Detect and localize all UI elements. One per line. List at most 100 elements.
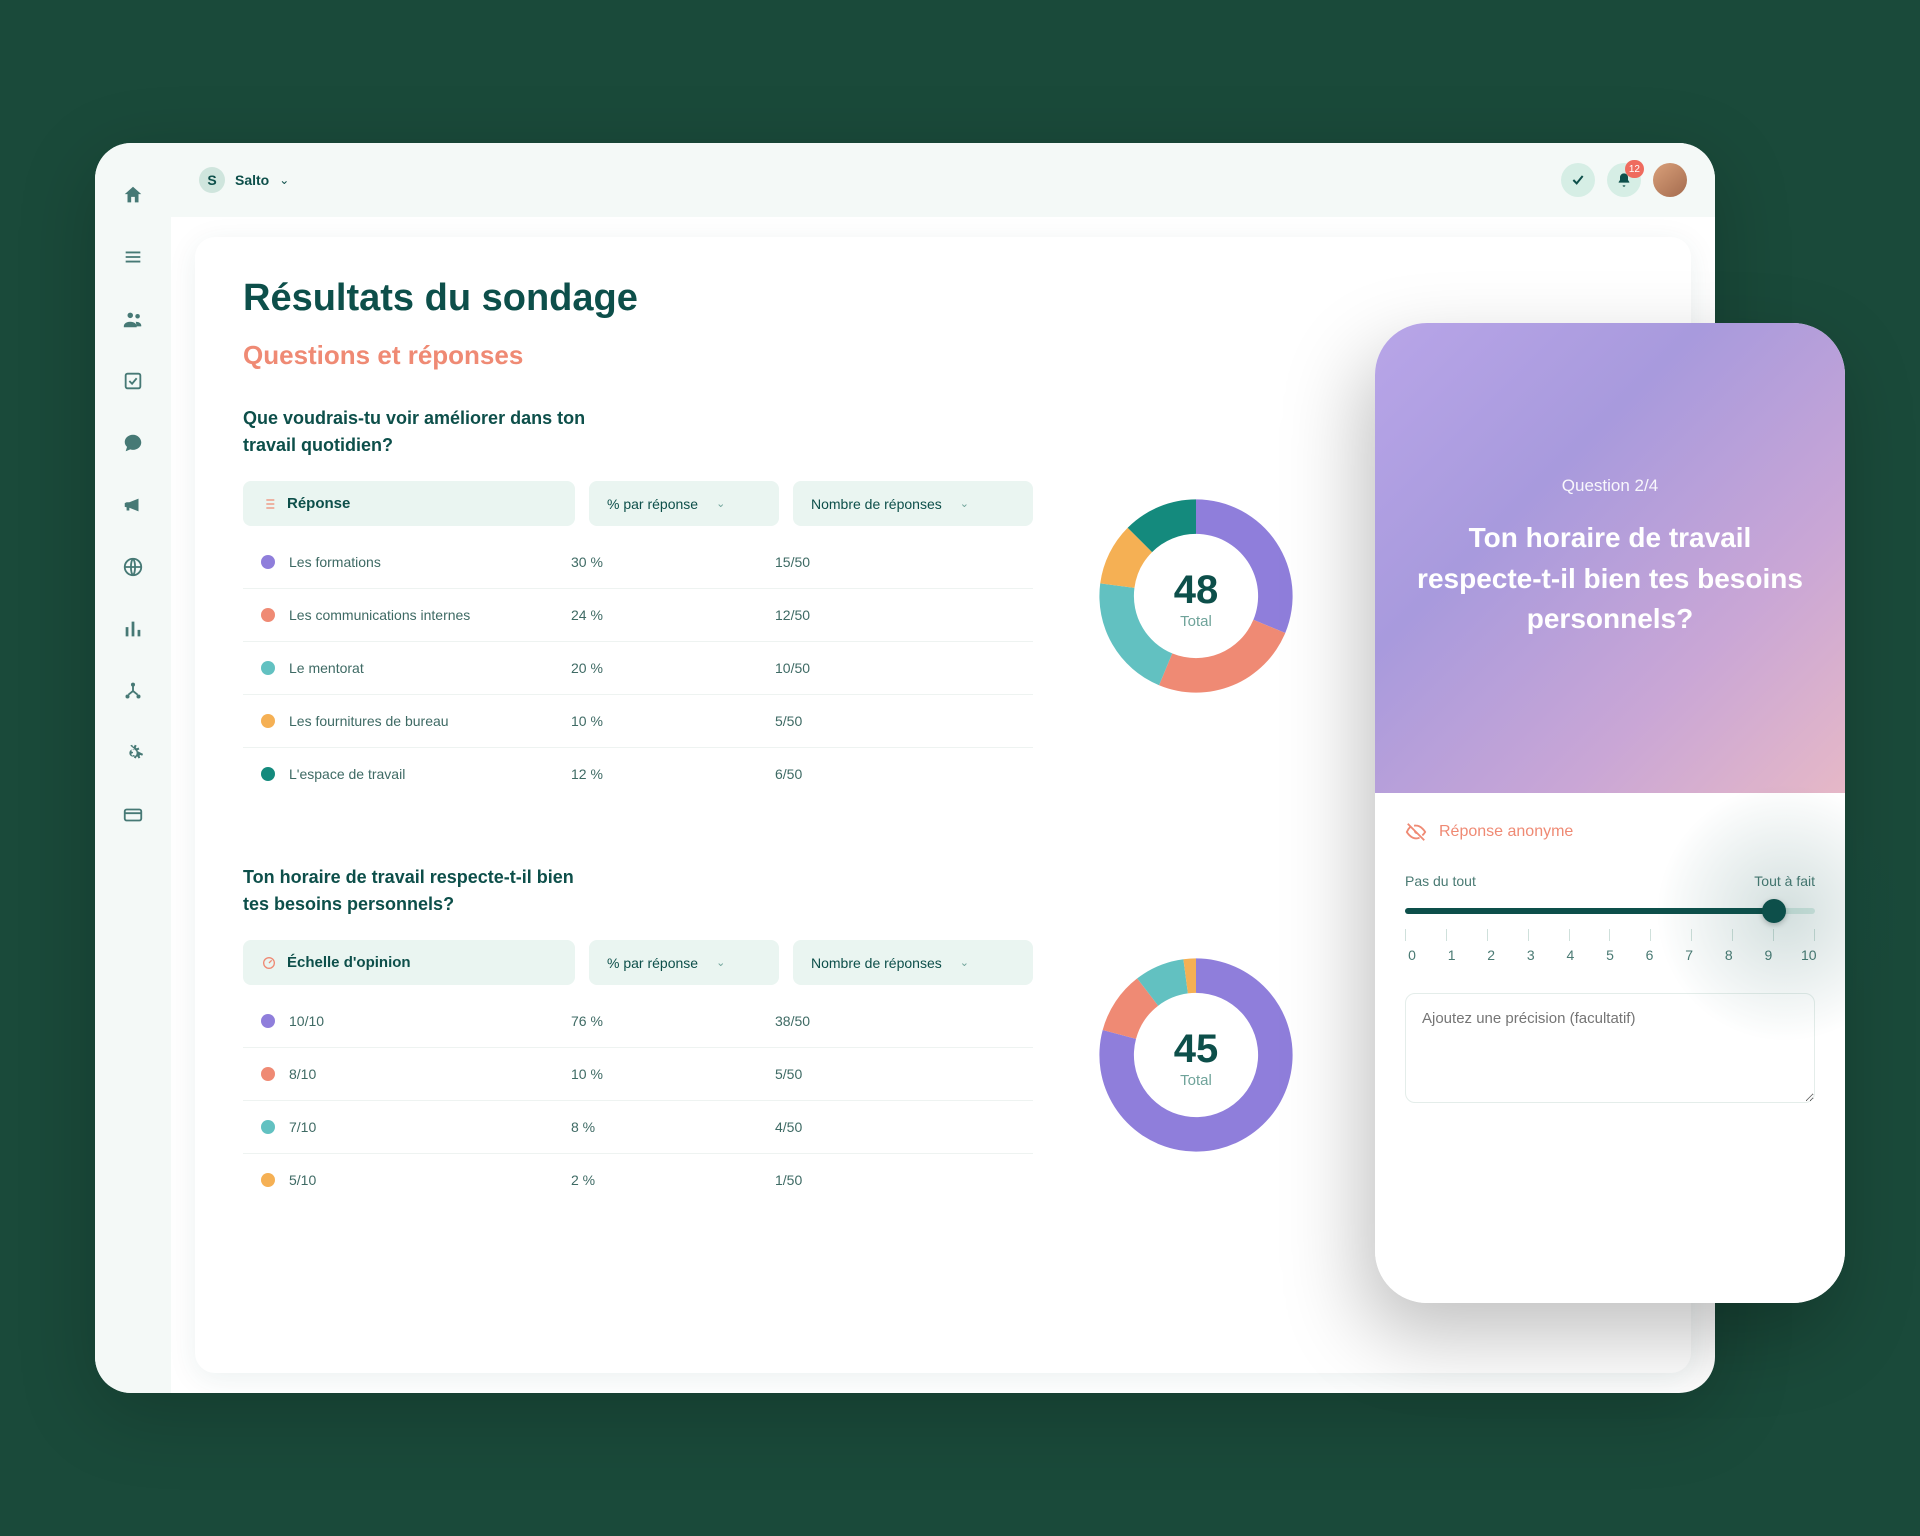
row-count: 12/50 [775,607,1015,623]
row-label: Les fournitures de bureau [289,713,557,729]
slider-number: 3 [1524,947,1538,963]
col-count-sort[interactable]: Nombre de réponses⌄ [793,940,1033,985]
notifications-button[interactable]: 12 [1607,163,1641,197]
chevron-down-icon: ⌄ [960,497,969,510]
col-response: Réponse [243,481,575,526]
col-count-sort[interactable]: Nombre de réponses⌄ [793,481,1033,526]
nav-people[interactable] [117,303,149,335]
slider-number: 10 [1801,947,1815,963]
donut-value: 45 [1174,1027,1219,1072]
row-percent: 2 % [571,1172,761,1188]
chevron-down-icon: ⌄ [716,497,725,510]
nav-globe[interactable] [117,551,149,583]
color-dot [261,714,275,728]
row-percent: 10 % [571,713,761,729]
nav-card[interactable] [117,799,149,831]
precision-input[interactable] [1405,993,1815,1103]
row-count: 5/50 [775,713,1015,729]
nav-megaphone[interactable] [117,489,149,521]
slider-number: 2 [1484,947,1498,963]
col-percent-sort[interactable]: % par réponse⌄ [589,940,779,985]
slider-number: 7 [1682,947,1696,963]
list-icon [261,496,277,512]
row-percent: 20 % [571,660,761,676]
nav-chat[interactable] [117,427,149,459]
row-label: Le mentorat [289,660,557,676]
results-table: Réponse % par réponse⌄ Nombre de réponse… [243,481,1033,800]
opinion-slider[interactable] [1405,905,1815,917]
slider-tick [1609,929,1610,941]
donut-value: 48 [1174,568,1219,613]
slider-number: 4 [1563,947,1577,963]
nav-home[interactable] [117,179,149,211]
color-dot [261,1173,275,1187]
results-table: Échelle d'opinion % par réponse⌄ Nombre … [243,940,1033,1206]
color-dot [261,555,275,569]
color-dot [261,661,275,675]
slider-number: 5 [1603,947,1617,963]
col-scale: Échelle d'opinion [243,940,575,985]
slider-tick [1446,929,1447,941]
org-badge: S [199,167,225,193]
nav-list[interactable] [117,241,149,273]
table-row: 7/108 %4/50 [243,1101,1033,1154]
question-counter: Question 2/4 [1562,476,1658,496]
slider-tick [1732,929,1733,941]
table-row: 8/1010 %5/50 [243,1048,1033,1101]
slider-thumb[interactable] [1762,899,1786,923]
row-label: 7/10 [289,1119,557,1135]
nav-tasks[interactable] [117,365,149,397]
question-text: Ton horaire de travail respecte-t-il bie… [1413,518,1807,640]
nav-settings[interactable] [117,737,149,769]
color-dot [261,767,275,781]
question-hero: Question 2/4 Ton horaire de travail resp… [1375,323,1845,793]
slider-tick [1569,929,1570,941]
color-dot [261,1067,275,1081]
page-title: Résultats du sondage [243,277,1643,320]
slider-tick [1814,929,1815,941]
slider-number: 6 [1643,947,1657,963]
slider-tick [1691,929,1692,941]
donut-total-label: Total [1180,613,1212,630]
slider-min-label: Pas du tout [1405,873,1476,889]
row-label: Les communications internes [289,607,557,623]
table-row: 10/1076 %38/50 [243,995,1033,1048]
row-count: 1/50 [775,1172,1015,1188]
row-percent: 24 % [571,607,761,623]
table-row: Les fournitures de bureau 10 % 5/50 [243,695,1033,748]
anonymous-indicator: Réponse anonyme [1405,821,1815,843]
slider-tick [1487,929,1488,941]
row-label: L'espace de travail [289,766,557,782]
table-row: Le mentorat20 %10/50 [243,642,1033,695]
slider-tick [1650,929,1651,941]
chevron-down-icon: ⌄ [279,173,289,187]
row-percent: 76 % [571,1013,761,1029]
donut-total-label: Total [1180,1072,1212,1089]
color-dot [261,1014,275,1028]
table-row: Les formations30 %15/50 [243,536,1033,589]
nav-stats[interactable] [117,613,149,645]
check-button[interactable] [1561,163,1595,197]
col-percent-sort[interactable]: % par réponse⌄ [589,481,779,526]
slider-number: 8 [1722,947,1736,963]
eye-off-icon [1405,821,1427,843]
row-label: 10/10 [289,1013,557,1029]
org-selector[interactable]: S Salto ⌄ [199,167,289,193]
sidebar [95,143,171,1393]
slider-number: 0 [1405,947,1419,963]
color-dot [261,1120,275,1134]
slider-max-label: Tout à fait [1754,873,1815,889]
row-label: 5/10 [289,1172,557,1188]
row-count: 6/50 [775,766,1015,782]
table-row: L'espace de travail 12 % 6/50 [243,748,1033,800]
gauge-icon [261,955,277,971]
table-row: Les communications internes 24 % 12/50 [243,589,1033,642]
row-count: 5/50 [775,1066,1015,1082]
avatar[interactable] [1653,163,1687,197]
slider-tick [1405,929,1406,941]
org-name: Salto [235,172,269,188]
nav-org[interactable] [117,675,149,707]
row-percent: 12 % [571,766,761,782]
chevron-down-icon: ⌄ [716,956,725,969]
topbar: S Salto ⌄ 12 [171,143,1715,217]
